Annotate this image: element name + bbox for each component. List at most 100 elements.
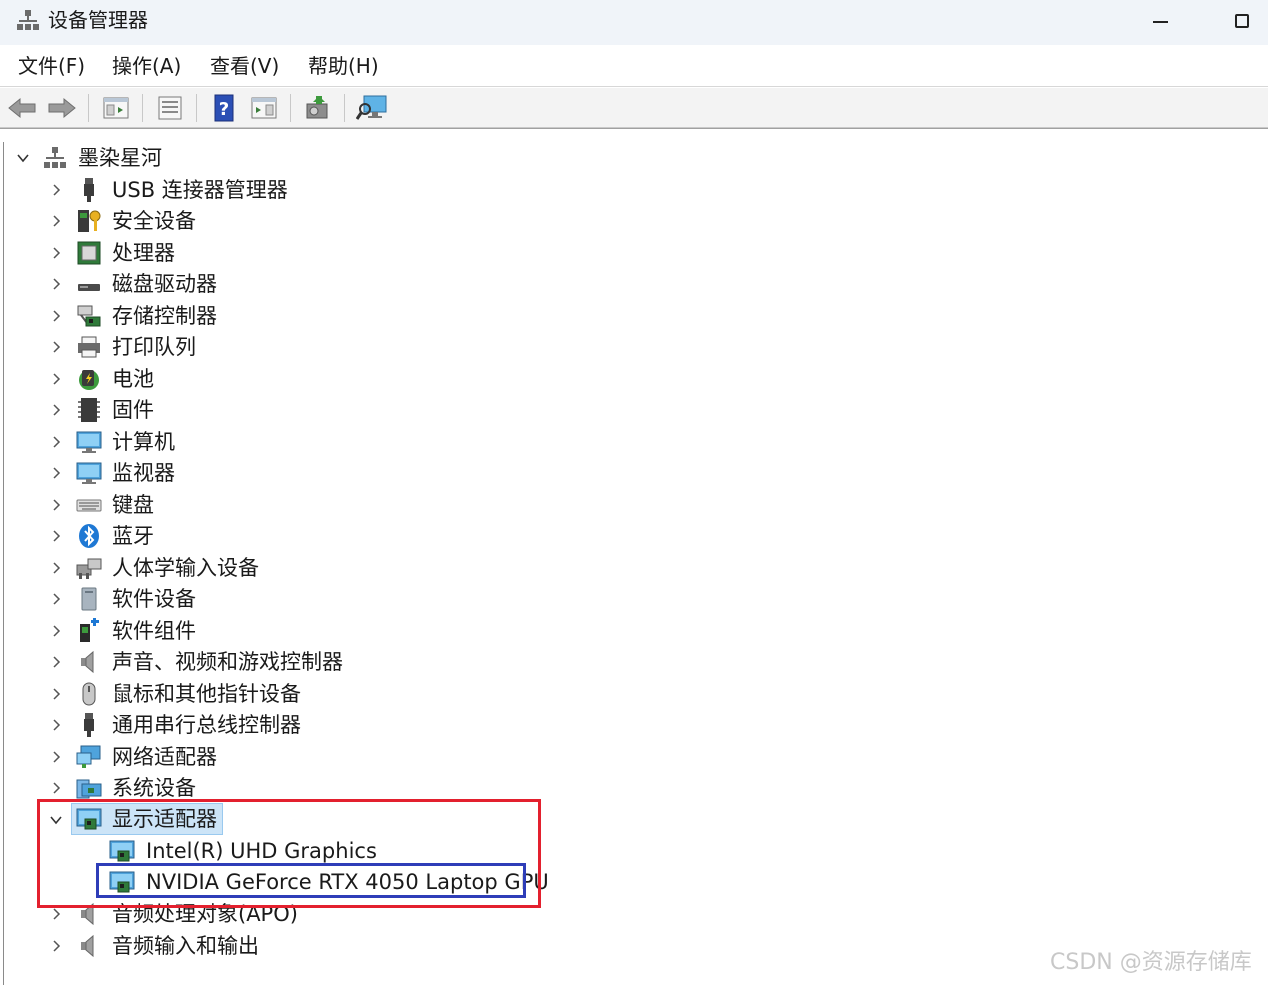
chevron-right-icon[interactable] [49,907,63,921]
minimize-button[interactable] [1140,6,1180,36]
printer-icon [78,336,100,358]
toolbar: ? [0,88,1268,128]
properties-icon [158,96,182,120]
tree-root-label: 墨染星河 [78,146,162,170]
toolbar-separator [88,94,89,122]
action-pane-button[interactable] [248,93,280,123]
toolbar-separator [142,94,143,122]
software-component-icon [80,618,99,642]
maximize-button[interactable] [1222,6,1262,36]
highlight-box-blue [96,863,526,898]
toolbar-separator [344,94,345,122]
menu-file[interactable]: 文件(F) [18,54,85,78]
back-button[interactable] [6,93,38,123]
maximize-icon [1235,14,1249,28]
processor-chip-icon [77,241,101,265]
chevron-right-icon[interactable] [49,561,63,575]
toolbar-separator [290,94,291,122]
tree-item-label: 软件设备 [112,587,196,611]
tree-item-label: 处理器 [112,241,175,265]
usb-icon [84,713,94,737]
battery-icon [79,370,99,390]
menu-action[interactable]: 操作(A) [112,54,181,78]
tree-item-label: 电池 [112,367,154,391]
toolbar-separator [196,94,197,122]
menu-bar: 文件(F) 操作(A) 查看(V) 帮助(H) [0,45,1268,87]
show-hide-console-tree-icon [103,97,129,119]
window-title: 设备管理器 [48,8,148,32]
chevron-right-icon[interactable] [49,529,63,543]
tree-item-label: 监视器 [112,461,175,485]
chevron-right-icon[interactable] [49,750,63,764]
tree-item-label: 鼠标和其他指针设备 [112,682,301,706]
tree-item-label: 固件 [112,398,154,422]
chevron-right-icon[interactable] [49,498,63,512]
menu-help[interactable]: 帮助(H) [308,54,379,78]
tree-item-label: 存储控制器 [112,304,217,328]
tree-item-label: 计算机 [112,430,175,454]
chevron-right-icon[interactable] [49,624,63,638]
show-hide-console-tree-button[interactable] [100,93,132,123]
tree-item-label: 系统设备 [112,776,196,800]
update-driver-icon [306,96,328,119]
watermark: CSDN @资源存储库 [1050,950,1252,975]
usb-icon [84,178,94,202]
hid-icon [76,558,102,579]
chevron-down-icon[interactable] [16,151,30,165]
help-button[interactable]: ? [208,93,240,123]
tree-item-label: 软件组件 [112,619,196,643]
chevron-right-icon[interactable] [49,340,63,354]
storage-controller-icon [77,305,101,327]
chevron-right-icon[interactable] [49,309,63,323]
chevron-right-icon[interactable] [49,466,63,480]
disk-drive-icon [78,284,100,291]
chevron-right-icon[interactable] [49,781,63,795]
tree-item-label: 蓝牙 [112,524,154,548]
computer-tree-icon [44,147,66,168]
chevron-right-icon[interactable] [49,403,63,417]
title-bar: 设备管理器 [0,0,1268,45]
computer-monitor-icon [76,431,102,453]
tree-item-label: 键盘 [112,493,154,517]
chevron-right-icon[interactable] [49,592,63,606]
chevron-right-icon[interactable] [49,372,63,386]
tree-item-label: 网络适配器 [112,745,217,769]
scan-hardware-button[interactable] [356,93,388,123]
tree-item-label: 打印队列 [112,335,196,359]
chevron-right-icon[interactable] [49,246,63,260]
chevron-right-icon[interactable] [49,214,63,228]
device-manager-icon [16,8,40,32]
forward-arrow-icon [48,97,76,119]
chevron-right-icon[interactable] [49,183,63,197]
chevron-right-icon[interactable] [49,939,63,953]
chevron-right-icon[interactable] [49,718,63,732]
minimize-icon [1152,21,1168,23]
tree-item-label: 安全设备 [112,209,196,233]
tree-item-label: 音频输入和输出 [112,934,259,958]
tree-item-label: 通用串行总线控制器 [112,713,301,737]
scan-hardware-changes-icon [356,95,387,120]
system-device-icon [76,779,102,799]
chevron-right-icon[interactable] [49,655,63,669]
chevron-right-icon[interactable] [49,435,63,449]
chevron-right-icon[interactable] [49,277,63,291]
keyboard-icon [76,499,102,512]
pane-border [3,142,4,985]
monitor-icon [76,462,102,484]
tree-item-label: 声音、视频和游戏控制器 [112,650,343,674]
action-pane-icon [251,97,277,119]
help-icon: ? [214,94,234,122]
update-driver-button[interactable] [302,93,334,123]
security-key-icon [78,210,101,232]
bluetooth-icon [79,524,99,548]
properties-button[interactable] [154,93,186,123]
speaker-icon [81,934,94,958]
tree-item-label: USB 连接器管理器 [112,178,288,202]
forward-button[interactable] [46,93,78,123]
svg-text:?: ? [219,99,229,120]
menu-view[interactable]: 查看(V) [210,54,279,78]
chevron-right-icon[interactable] [49,687,63,701]
mouse-icon [82,682,96,706]
tree-item-label: 人体学输入设备 [112,556,259,580]
speaker-icon [81,650,94,674]
